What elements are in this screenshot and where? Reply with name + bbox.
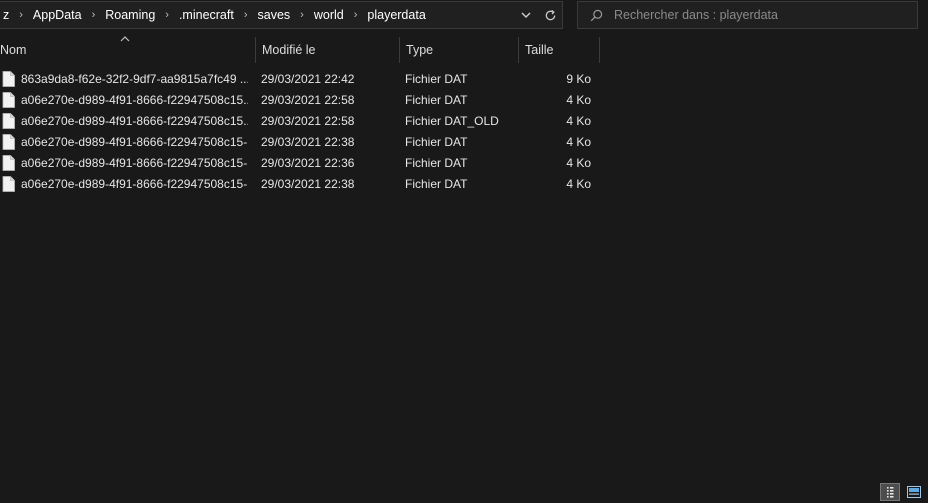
file-size: 4 Ko <box>566 134 591 149</box>
file-modified: 29/03/2021 22:58 <box>261 92 355 107</box>
toolbar: z › AppData › Roaming › .minecraft › sav… <box>0 0 928 33</box>
file-name: a06e270e-d989-4f91-8666-f22947508c15-... <box>21 176 248 191</box>
file-modified: 29/03/2021 22:58 <box>261 113 355 128</box>
file-icon <box>2 154 15 171</box>
address-history-button[interactable] <box>514 2 538 28</box>
file-modified: 29/03/2021 22:42 <box>261 71 355 86</box>
chevron-right-icon[interactable]: › <box>292 9 312 21</box>
file-name: a06e270e-d989-4f91-8666-f22947508c15.... <box>21 92 248 107</box>
address-bar[interactable]: z › AppData › Roaming › .minecraft › sav… <box>0 1 563 29</box>
file-name-cell: 863a9da8-f62e-32f2-9df7-aa9815a7fc49 ...… <box>2 68 248 89</box>
file-modified: 29/03/2021 22:38 <box>261 134 355 149</box>
column-divider[interactable] <box>599 37 600 63</box>
file-icon <box>2 112 15 129</box>
file-name: a06e270e-d989-4f91-8666-f22947508c15-... <box>21 134 248 149</box>
search-box[interactable] <box>577 1 918 29</box>
file-name-cell: a06e270e-d989-4f91-8666-f22947508c15.... <box>2 110 248 131</box>
file-icon <box>2 70 15 87</box>
refresh-icon <box>545 9 555 20</box>
refresh-button[interactable] <box>538 2 562 28</box>
file-type: Fichier DAT <box>405 155 468 170</box>
file-modified: 29/03/2021 22:36 <box>261 155 355 170</box>
file-list: 863a9da8-f62e-32f2-9df7-aa9815a7fc49 ...… <box>0 68 600 194</box>
breadcrumb: z › AppData › Roaming › .minecraft › sav… <box>0 2 514 28</box>
file-name: a06e270e-d989-4f91-8666-f22947508c15.... <box>21 113 248 128</box>
search-input[interactable] <box>614 8 894 22</box>
file-size: 4 Ko <box>566 113 591 128</box>
file-type: Fichier DAT <box>405 134 468 149</box>
breadcrumb-item-playerdata[interactable]: playerdata <box>365 8 427 22</box>
file-icon <box>2 133 15 150</box>
tiles-view-icon <box>907 486 921 498</box>
status-bar <box>0 481 928 503</box>
chevron-down-icon <box>521 12 531 18</box>
file-name-cell: a06e270e-d989-4f91-8666-f22947508c15.... <box>2 89 248 110</box>
breadcrumb-item-minecraft[interactable]: .minecraft <box>177 8 236 22</box>
file-icon <box>2 91 15 108</box>
column-type[interactable]: Type <box>400 37 518 63</box>
file-modified: 29/03/2021 22:38 <box>261 176 355 191</box>
breadcrumb-item-world[interactable]: world <box>312 8 346 22</box>
file-size: 4 Ko <box>566 155 591 170</box>
column-size-label: Taille <box>525 43 554 57</box>
column-name[interactable]: Nom <box>0 37 255 63</box>
column-modified-label: Modifié le <box>262 43 316 57</box>
file-type: Fichier DAT_OLD <box>405 113 499 128</box>
details-view-button[interactable] <box>880 483 900 501</box>
breadcrumb-item-appdata[interactable]: AppData <box>31 8 84 22</box>
chevron-right-icon[interactable]: › <box>157 9 177 21</box>
file-name-cell: a06e270e-d989-4f91-8666-f22947508c15-... <box>2 173 248 194</box>
file-size: 4 Ko <box>566 176 591 191</box>
file-name-cell: a06e270e-d989-4f91-8666-f22947508c15-... <box>2 131 248 152</box>
chevron-right-icon[interactable]: › <box>11 9 31 21</box>
tiles-view-button[interactable] <box>904 483 924 501</box>
chevron-right-icon[interactable]: › <box>84 9 104 21</box>
file-icon <box>2 175 15 192</box>
breadcrumb-item-parent[interactable]: z <box>1 8 11 22</box>
file-row[interactable]: a06e270e-d989-4f91-8666-f22947508c15-...… <box>0 173 600 194</box>
breadcrumb-item-saves[interactable]: saves <box>256 8 293 22</box>
file-name-cell: a06e270e-d989-4f91-8666-f22947508c15-... <box>2 152 248 173</box>
file-type: Fichier DAT <box>405 71 468 86</box>
file-row[interactable]: a06e270e-d989-4f91-8666-f22947508c15-...… <box>0 152 600 173</box>
chevron-right-icon[interactable]: › <box>346 9 366 21</box>
file-size: 4 Ko <box>566 92 591 107</box>
column-modified[interactable]: Modifié le <box>256 37 399 63</box>
file-name: 863a9da8-f62e-32f2-9df7-aa9815a7fc49 ...… <box>21 71 248 86</box>
column-size[interactable]: Taille <box>519 37 599 63</box>
column-name-label: Nom <box>0 43 27 57</box>
details-view-icon <box>887 487 894 498</box>
column-header: Nom Modifié le Type Taille <box>0 36 600 63</box>
file-row[interactable]: 863a9da8-f62e-32f2-9df7-aa9815a7fc49 ...… <box>0 68 600 89</box>
file-type: Fichier DAT <box>405 176 468 191</box>
chevron-right-icon[interactable]: › <box>236 9 256 21</box>
search-icon <box>578 9 614 22</box>
file-row[interactable]: a06e270e-d989-4f91-8666-f22947508c15....… <box>0 110 600 131</box>
breadcrumb-item-roaming[interactable]: Roaming <box>103 8 157 22</box>
column-type-label: Type <box>406 43 434 57</box>
file-type: Fichier DAT <box>405 92 468 107</box>
file-row[interactable]: a06e270e-d989-4f91-8666-f22947508c15-...… <box>0 131 600 152</box>
file-row[interactable]: a06e270e-d989-4f91-8666-f22947508c15....… <box>0 89 600 110</box>
file-name: a06e270e-d989-4f91-8666-f22947508c15-... <box>21 155 248 170</box>
file-size: 9 Ko <box>566 71 591 86</box>
